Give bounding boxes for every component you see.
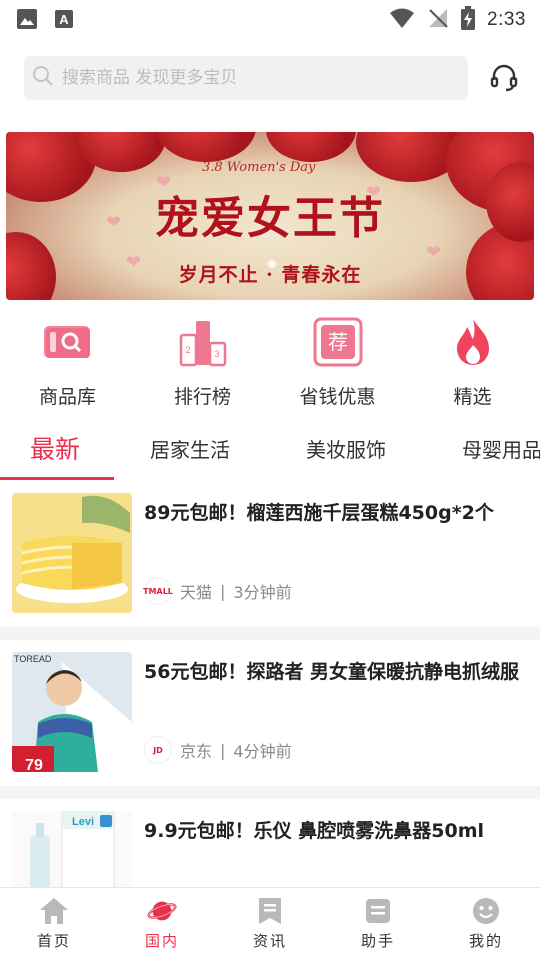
tab-home-living[interactable]: 居家生活 — [150, 434, 230, 463]
news-icon — [255, 896, 285, 926]
thumb-price: 79 — [25, 757, 43, 772]
category-label: 排行榜 — [173, 386, 231, 408]
tab-beauty-apparel[interactable]: 美妆服饰 — [306, 434, 386, 463]
thumb-brand: TOREAD — [14, 654, 52, 664]
bottom-navigation: 首页 国内 资讯 助手 我的 — [0, 887, 540, 960]
jd-logo-icon: JD — [144, 736, 172, 764]
svg-text:2: 2 — [185, 345, 190, 355]
promo-banner[interactable]: ❤ ❤ ❤ ❤ ❤ 3.8 Women's Day 宠爱女王节 岁月不止 · 青… — [6, 132, 534, 300]
product-thumbnail: Levi — [12, 811, 132, 887]
product-title: 56元包邮！探路者 男女童保暖抗静电抓绒服 — [144, 661, 520, 683]
nav-home[interactable]: 首页 — [0, 888, 108, 960]
product-meta: TMALL 天猫 | 3分钟前 — [143, 577, 292, 605]
banner-mini-text: 3.8 Women's Day — [202, 160, 316, 175]
tab-latest[interactable]: 最新 — [30, 430, 80, 466]
tmall-logo-icon: TMALL — [143, 577, 173, 605]
no-signal-icon — [427, 7, 449, 33]
product-thumbnail: 79 TOREAD — [12, 652, 132, 772]
banner-title: 宠爱女王节 — [155, 193, 385, 244]
status-bar: A 2:33 — [0, 0, 540, 36]
planet-icon — [147, 896, 177, 926]
nav-domestic[interactable]: 国内 — [108, 888, 216, 960]
font-notification-icon: A — [54, 9, 74, 33]
search-input[interactable] — [62, 68, 452, 88]
category-tabs: 最新 居家生活 美妆服饰 母婴用品 — [0, 428, 540, 482]
clock: 2:33 — [487, 9, 526, 30]
battery-charging-icon — [461, 6, 476, 34]
category-label: 省钱优惠 — [299, 386, 376, 408]
search-icon — [32, 65, 54, 91]
shop-name: 天猫 — [180, 583, 213, 602]
category-ranking[interactable]: 23 排行榜 — [135, 314, 270, 414]
thumb-brand: Levi — [72, 816, 94, 828]
category-product-library[interactable]: 商品库 — [0, 314, 135, 414]
nav-assistant[interactable]: 助手 — [324, 888, 432, 960]
meta-separator: | — [220, 581, 226, 601]
assistant-icon — [363, 896, 393, 926]
category-label: 精选 — [453, 386, 492, 408]
category-featured[interactable]: 精选 — [405, 314, 540, 414]
product-meta: JD 京东 | 4分钟前 — [144, 736, 292, 764]
profile-icon — [471, 896, 501, 926]
tab-maternal-baby[interactable]: 母婴用品 — [462, 434, 540, 463]
customer-service-icon[interactable] — [488, 62, 520, 94]
nav-label: 我的 — [468, 932, 503, 950]
recommend-badge-text: 荐 — [328, 330, 348, 354]
nav-label: 助手 — [360, 932, 395, 950]
flame-icon — [445, 314, 501, 370]
nav-news[interactable]: 资讯 — [216, 888, 324, 960]
product-library-icon — [40, 314, 96, 370]
nav-label: 首页 — [36, 932, 71, 950]
category-row: 商品库 23 排行榜 荐 省钱优惠 精选 — [0, 314, 540, 414]
search-bar[interactable] — [24, 56, 468, 100]
image-notification-icon — [16, 8, 38, 34]
list-item[interactable]: 79 TOREAD 56元包邮！探路者 男女童保暖抗静电抓绒服 JD 京东 | … — [0, 640, 540, 786]
carousel-indicator — [268, 260, 276, 268]
nav-label: 国内 — [144, 932, 179, 950]
product-feed[interactable]: 89元包邮！榴莲西施千层蛋糕450g*2个 TMALL 天猫 | 3分钟前 79… — [0, 481, 540, 887]
ranking-icon: 23 — [175, 314, 231, 370]
list-item[interactable]: 89元包邮！榴莲西施千层蛋糕450g*2个 TMALL 天猫 | 3分钟前 — [0, 481, 540, 627]
tab-active-underline — [0, 477, 114, 480]
category-savings[interactable]: 荐 省钱优惠 — [270, 314, 405, 414]
product-title: 9.9元包邮！乐仪 鼻腔喷雾洗鼻器50ml — [144, 820, 485, 842]
product-title: 89元包邮！榴莲西施千层蛋糕450g*2个 — [144, 502, 494, 524]
svg-text:A: A — [59, 12, 69, 27]
post-time: 4分钟前 — [233, 742, 292, 761]
list-item[interactable]: Levi 9.9元包邮！乐仪 鼻腔喷雾洗鼻器50ml — [0, 799, 540, 887]
nav-profile[interactable]: 我的 — [432, 888, 540, 960]
home-icon — [39, 896, 69, 926]
nav-label: 资讯 — [252, 932, 287, 950]
meta-separator: | — [220, 740, 226, 760]
wifi-icon — [389, 7, 415, 33]
shop-name: 京东 — [180, 742, 213, 761]
product-thumbnail — [12, 493, 132, 613]
recommend-icon: 荐 — [310, 314, 366, 370]
category-label: 商品库 — [38, 386, 96, 408]
post-time: 3分钟前 — [233, 583, 292, 602]
svg-text:3: 3 — [214, 349, 219, 359]
